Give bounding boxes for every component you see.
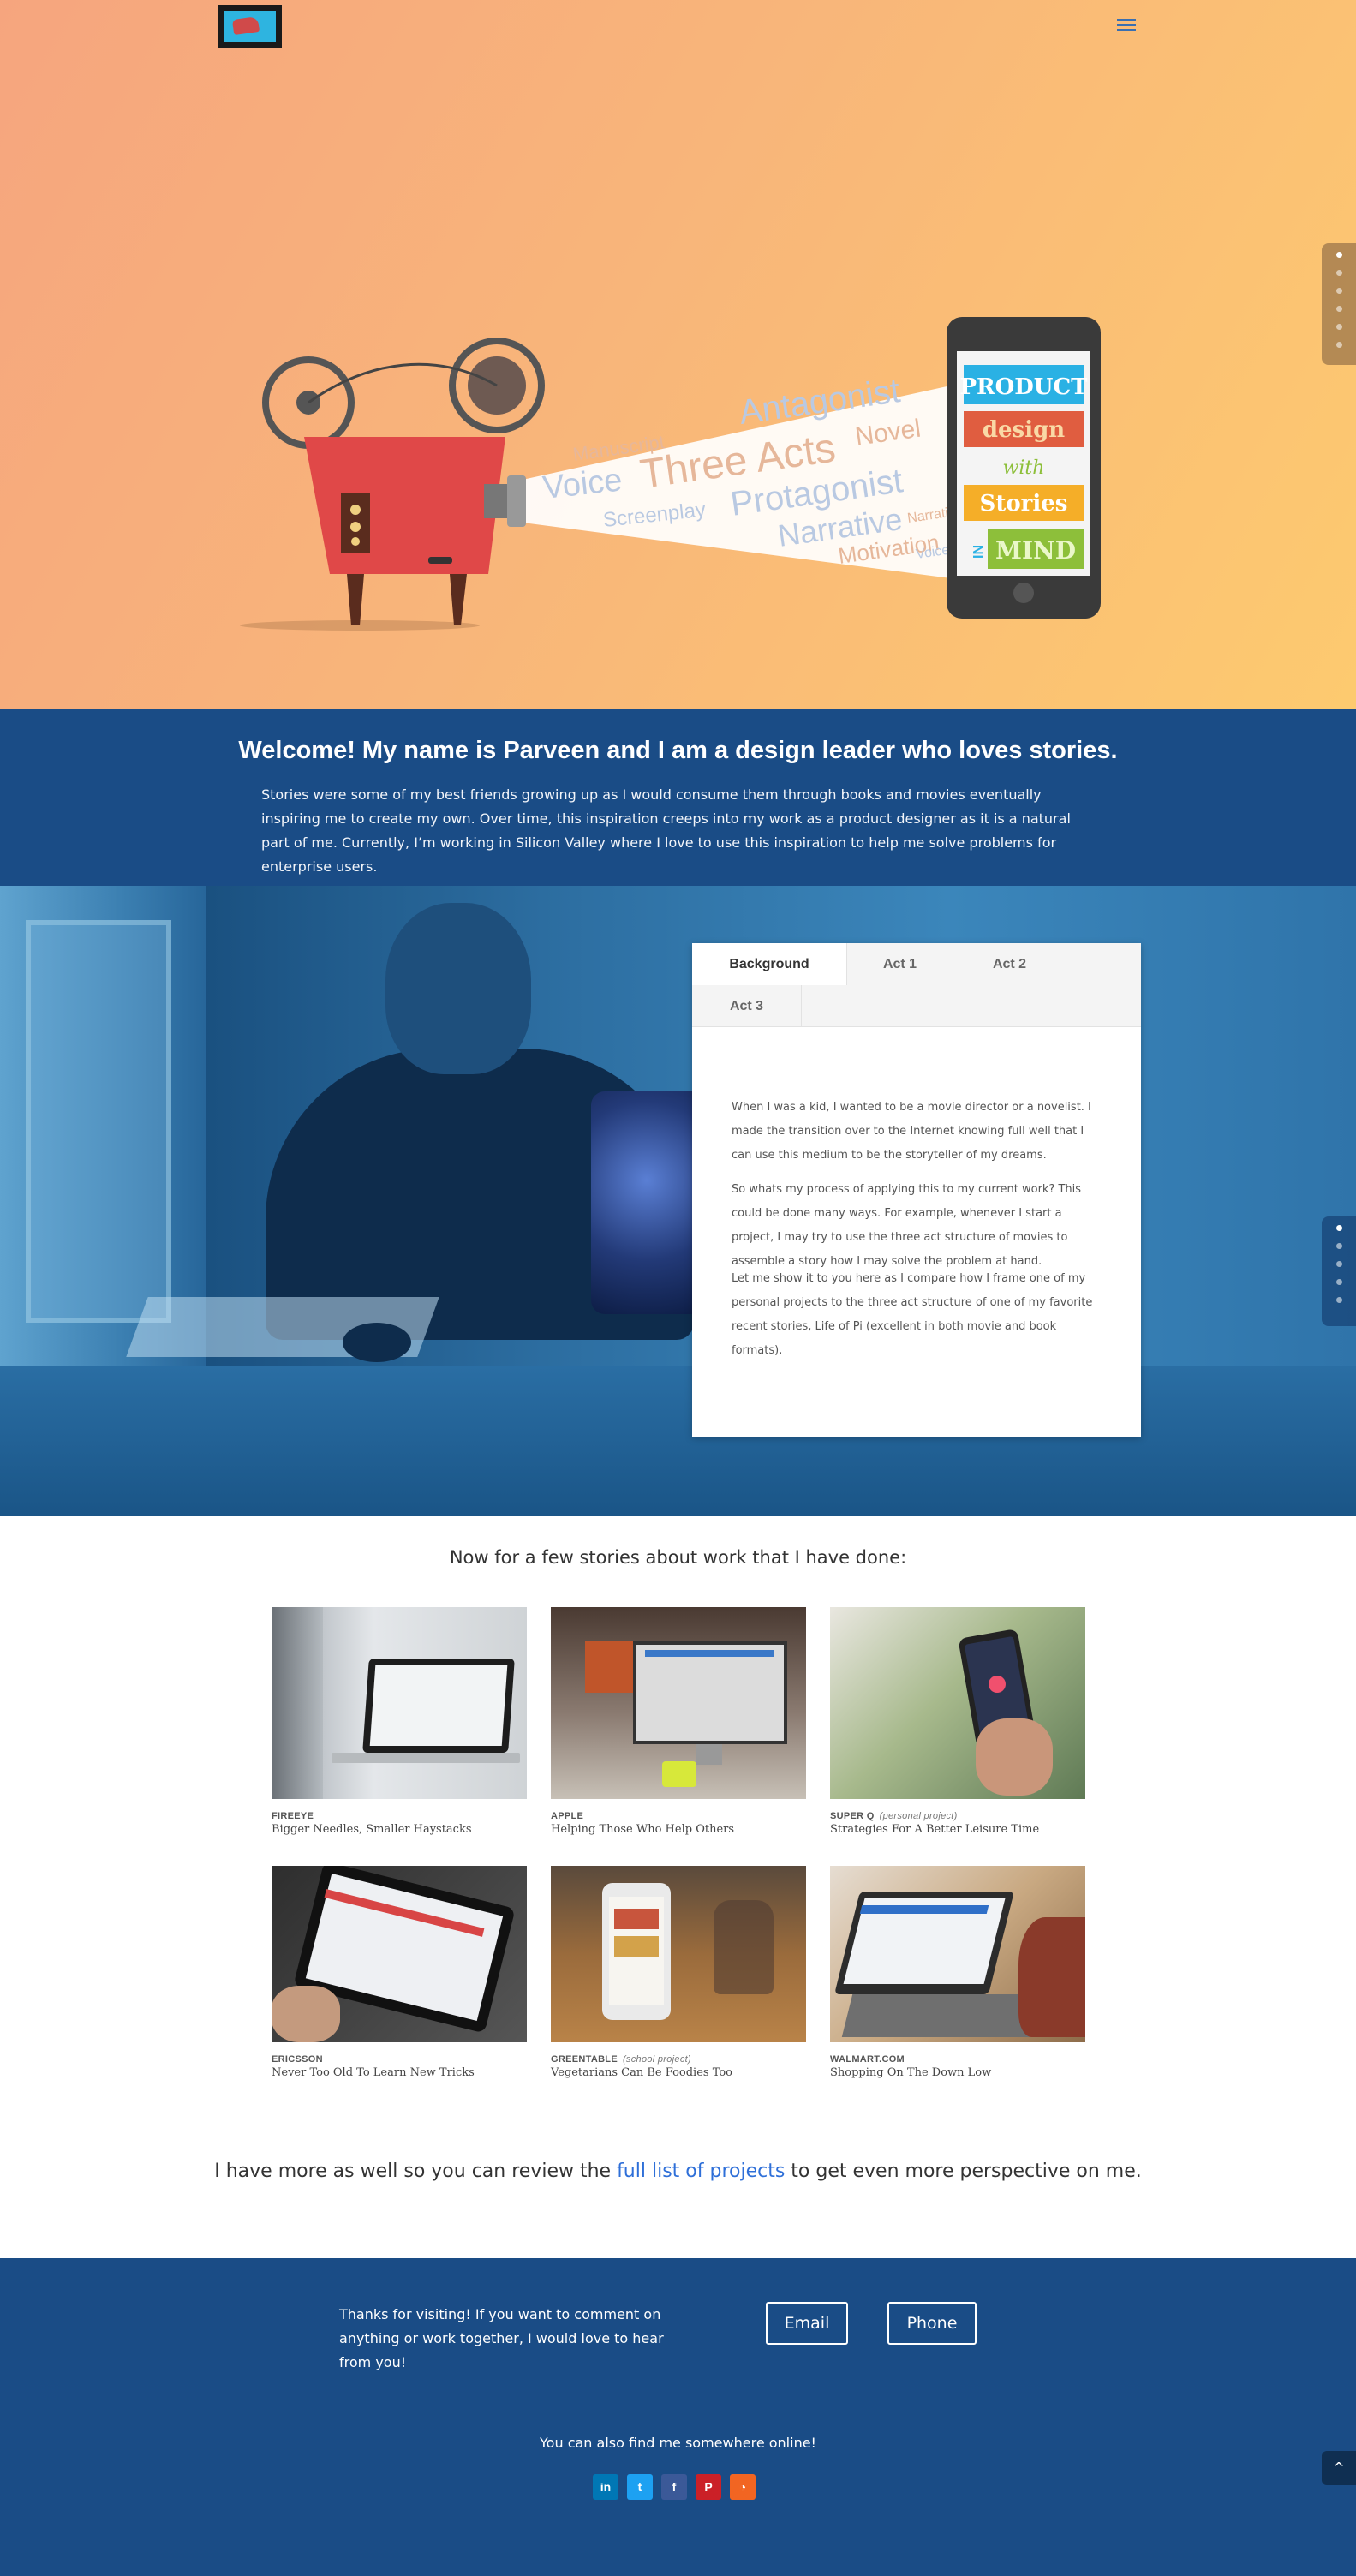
story-image[interactable] (551, 1607, 806, 1799)
section-dot-nav[interactable] (1322, 243, 1356, 365)
story-company: APPLE (551, 1811, 584, 1821)
story-title[interactable]: Shopping On The Down Low (830, 2066, 1085, 2079)
back-to-top-icon[interactable]: ^ (1322, 2451, 1356, 2485)
phone-line: IN (971, 545, 986, 559)
story-image[interactable] (830, 1607, 1085, 1799)
phone-line: design (983, 417, 1065, 443)
tab-panel-background: When I was a kid, I wanted to be a movie… (732, 1096, 1100, 1373)
dot-nav-item[interactable] (1335, 1261, 1342, 1267)
story-image[interactable] (551, 1866, 806, 2042)
footer-thanks: Thanks for visiting! If you want to comm… (339, 2306, 664, 2370)
phone-line: with (1003, 457, 1045, 479)
welcome-section: Welcome! My name is Parveen and I am a d… (0, 709, 1356, 886)
find-me-online: You can also find me somewhere online! (540, 2435, 816, 2451)
story-company: SUPER Q (personal project) (830, 1811, 958, 1821)
photo-laptop (591, 1091, 702, 1314)
dot-nav-item[interactable] (1335, 1243, 1342, 1249)
tab-paragraph: So whats my process of applying this to … (732, 1183, 1082, 1268)
story-image[interactable] (830, 1866, 1085, 2042)
tab-act-3[interactable]: Act 3 (692, 985, 802, 1027)
email-button[interactable]: Email (766, 2302, 848, 2345)
phone-button[interactable]: Phone (887, 2302, 977, 2345)
story-card-walmart[interactable]: WALMART.COM Shopping On The Down Low (830, 1866, 1085, 2079)
hero-illustration: Antagonist Three Acts Voice Novel Manusc… (240, 317, 1101, 631)
stories-heading: Now for a few stories about work that I … (449, 1547, 907, 1568)
tab-act-1[interactable]: Act 1 (847, 943, 953, 985)
welcome-heading: Welcome! My name is Parveen and I am a d… (238, 737, 1118, 764)
tab-background[interactable]: Background (692, 943, 847, 985)
hero-banner: Antagonist Three Acts Voice Novel Manusc… (0, 0, 1356, 709)
story-company: WALMART.COM (830, 2054, 905, 2065)
rss-icon[interactable]: ◔ (730, 2474, 756, 2500)
twitter-icon[interactable]: t (627, 2474, 653, 2500)
story-card-apple[interactable]: APPLE Helping Those Who Help Others (551, 1607, 806, 1836)
dot-nav-item[interactable] (1335, 288, 1342, 294)
facebook-icon[interactable]: f (661, 2474, 687, 2500)
site-logo[interactable] (218, 5, 282, 48)
story-title[interactable]: Bigger Needles, Smaller Haystacks (272, 1823, 527, 1836)
photo-mouse (343, 1323, 411, 1362)
story-note: (personal project) (879, 1811, 958, 1821)
hamburger-icon[interactable] (1117, 19, 1136, 33)
story-image[interactable] (272, 1866, 527, 2042)
story-title[interactable]: Never Too Old To Learn New Tricks (272, 2066, 527, 2079)
story-company: FIREEYE (272, 1811, 314, 1821)
more-text-before: I have more as well so you can review th… (214, 2161, 618, 2182)
tab-bar: Background Act 1 Act 2 Act 3 (692, 943, 1141, 1027)
story-company: ERICSSON (272, 2054, 323, 2065)
tab-act-2[interactable]: Act 2 (953, 943, 1066, 985)
person-head (385, 903, 531, 1074)
story-image[interactable] (272, 1607, 527, 1799)
dot-nav-item[interactable] (1335, 342, 1342, 348)
footer: Thanks for visiting! If you want to comm… (0, 2258, 1356, 2576)
story-title[interactable]: Strategies For A Better Leisure Time (830, 1823, 1085, 1836)
dot-nav-item[interactable] (1335, 1225, 1342, 1231)
dot-nav-item[interactable] (1335, 306, 1342, 312)
more-projects-text: I have more as well so you can review th… (0, 2161, 1356, 2182)
photo-window (26, 920, 171, 1323)
dot-nav-item[interactable] (1335, 252, 1342, 258)
pinterest-icon[interactable]: P (696, 2474, 721, 2500)
phone-line: Stories (980, 491, 1068, 517)
story-card-superq[interactable]: SUPER Q (personal project) Strategies For… (830, 1607, 1085, 1836)
designer-photo (0, 886, 1356, 1516)
section-dot-nav-secondary[interactable] (1322, 1216, 1356, 1326)
story-title[interactable]: Vegetarians Can Be Foodies Too (551, 2066, 806, 2079)
phone-line: PRODUCT (959, 374, 1088, 400)
dot-nav-item[interactable] (1335, 1279, 1342, 1285)
photo-desk (0, 1366, 1356, 1516)
tab-paragraph: Let me show it to you here as I compare … (732, 1272, 1093, 1357)
dot-nav-item[interactable] (1335, 1297, 1342, 1303)
story-card-ericsson[interactable]: ERICSSON Never Too Old To Learn New Tric… (272, 1866, 527, 2079)
story-tabs: Background Act 1 Act 2 Act 3 When I was … (692, 943, 1141, 1437)
story-company: GREENTABLE (school project) (551, 2054, 691, 2065)
dot-nav-item[interactable] (1335, 324, 1342, 330)
story-card-greentable[interactable]: GREENTABLE (school project) Vegetarians C… (551, 1866, 806, 2079)
story-card-fireeye[interactable]: FIREEYE Bigger Needles, Smaller Haystack… (272, 1607, 527, 1836)
more-text-after: to get even more perspective on me. (785, 2161, 1142, 2182)
dot-nav-item[interactable] (1335, 270, 1342, 276)
phone-line: MIND (995, 536, 1076, 565)
story-title[interactable]: Helping Those Who Help Others (551, 1823, 806, 1836)
welcome-body: Stories were some of my best friends gro… (261, 786, 1071, 875)
tab-paragraph: When I was a kid, I wanted to be a movie… (732, 1101, 1091, 1162)
full-projects-link[interactable]: full list of projects (617, 2161, 785, 2182)
linkedin-icon[interactable]: in (593, 2474, 618, 2500)
story-note: (school project) (622, 2054, 691, 2065)
